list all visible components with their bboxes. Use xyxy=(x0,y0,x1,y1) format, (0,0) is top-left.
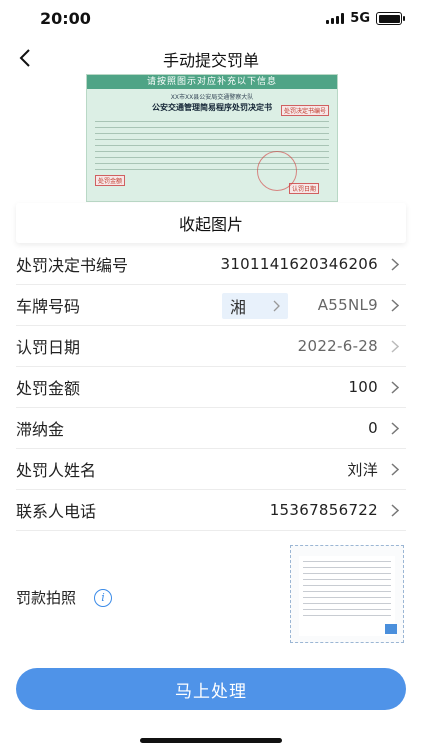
decision-no-label: 处罚决定书编号 xyxy=(16,256,129,275)
phone-label: 联系人电话 xyxy=(16,502,97,521)
phone-value: 15367856722 xyxy=(269,501,378,519)
chevron-right-icon xyxy=(388,298,402,312)
chevron-right-icon xyxy=(388,257,402,271)
plate-number-value[interactable]: A55NL9 xyxy=(318,296,378,314)
ticket-label-decision-no: 处罚决定书编号 xyxy=(280,105,329,116)
amount-label: 处罚金额 xyxy=(16,379,81,398)
plate-province-select[interactable]: 湘 xyxy=(222,293,288,319)
plate-label: 车牌号码 xyxy=(16,297,81,316)
photo-label: 罚款拍照 xyxy=(16,589,77,607)
row-amount[interactable]: 处罚金额 100 xyxy=(16,367,406,408)
collapse-image-button[interactable]: 收起图片 xyxy=(16,203,406,243)
chevron-right-icon xyxy=(388,339,402,353)
row-date[interactable]: 认罚日期 2022-6-28 xyxy=(16,326,406,367)
date-label: 认罚日期 xyxy=(16,338,81,357)
chevron-right-icon xyxy=(388,421,402,435)
sample-ticket-image: 请按照图示对应补充以下信息 XX市XX县公安局交通警察大队 公安交通管理简易程序… xyxy=(86,74,338,202)
network-type: 5G xyxy=(350,11,370,26)
status-bar: 20:00 5G xyxy=(0,0,422,38)
photo-label-group: 罚款拍照 i xyxy=(16,587,113,608)
ticket-label-date: 认罚日期 xyxy=(288,183,319,194)
photo-thumbnail[interactable] xyxy=(290,545,404,643)
name-value: 刘洋 xyxy=(347,460,378,479)
battery-icon xyxy=(376,12,405,25)
ticket-text-lines xyxy=(87,113,337,178)
late-fee-value: 0 xyxy=(368,419,378,437)
row-name[interactable]: 处罚人姓名 刘洋 xyxy=(16,449,406,490)
signal-icon xyxy=(326,13,345,24)
amount-value: 100 xyxy=(348,378,378,396)
row-decision-no[interactable]: 处罚决定书编号 3101141620346206 xyxy=(16,244,406,285)
photo-preview xyxy=(299,556,395,636)
row-photo: 罚款拍照 i xyxy=(16,534,406,646)
row-phone[interactable]: 联系人电话 15367856722 xyxy=(16,490,406,531)
home-indicator xyxy=(140,738,282,743)
chevron-right-icon xyxy=(388,503,402,517)
ticket-subheading: XX市XX县公安局交通警察大队 xyxy=(170,94,254,101)
date-value: 2022-6-28 xyxy=(297,337,378,355)
row-plate: 车牌号码 湘 A55NL9 xyxy=(16,285,406,326)
status-icons: 5G xyxy=(326,11,405,26)
submit-button[interactable]: 马上处理 xyxy=(16,668,406,710)
chevron-right-icon xyxy=(388,380,402,394)
row-late-fee[interactable]: 滞纳金 0 xyxy=(16,408,406,449)
ticket-label-amount: 处罚金额 xyxy=(95,175,126,186)
name-label: 处罚人姓名 xyxy=(16,461,97,480)
late-fee-label: 滞纳金 xyxy=(16,420,65,439)
chevron-right-icon xyxy=(273,300,280,312)
ticket-header: 请按照图示对应补充以下信息 xyxy=(87,75,337,89)
nav-bar: 手动提交罚单 xyxy=(0,38,422,78)
photo-corner-mark xyxy=(385,624,397,634)
ticket-seal xyxy=(257,151,297,191)
status-time: 20:00 xyxy=(40,9,91,28)
page-title: 手动提交罚单 xyxy=(162,51,259,70)
plate-province-value: 湘 xyxy=(230,298,247,317)
chevron-right-icon xyxy=(388,462,402,476)
decision-no-value: 3101141620346206 xyxy=(220,255,378,273)
info-icon[interactable]: i xyxy=(94,588,113,607)
